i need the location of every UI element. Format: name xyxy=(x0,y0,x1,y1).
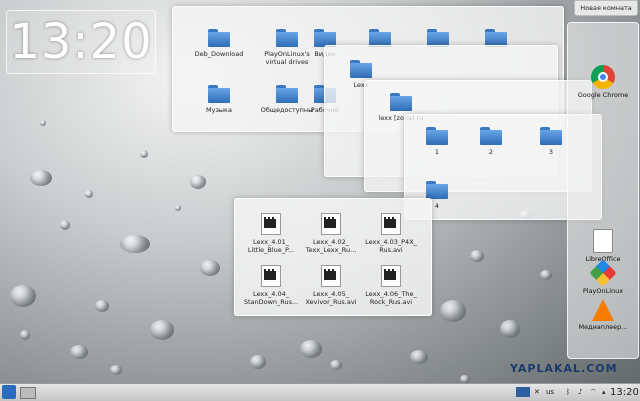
wifi-icon[interactable]: ⌔ xyxy=(590,384,597,401)
chrome-icon xyxy=(591,65,615,89)
keyboard-layout[interactable]: us xyxy=(546,384,554,401)
taskbar-clock[interactable]: 13:20 xyxy=(610,384,639,401)
new-activity-button[interactable]: Новая комната xyxy=(574,0,638,16)
video-file-icon xyxy=(261,265,281,287)
video-file-item[interactable]: Lexx_4.05_ Xevivor_Rus.avi xyxy=(299,265,363,306)
playonlinux-icon xyxy=(589,259,617,287)
folder-label: 1 xyxy=(434,148,440,156)
file-label: Lexx_4.02_ Texx_Lexx_Ru... xyxy=(305,238,357,254)
folder-icon xyxy=(426,181,448,199)
folder-icon xyxy=(480,127,502,145)
folder-item[interactable]: 2 xyxy=(459,127,523,156)
app-dock: Google Chrome LibreOffice PlayOnLinux Ме… xyxy=(567,22,639,359)
video-file-icon xyxy=(261,213,281,235)
task-manager-area xyxy=(40,384,510,401)
folder-icon xyxy=(350,60,372,78)
dock-item-media-player[interactable]: Медиаплеер... xyxy=(568,299,638,331)
dock-item-label: Медиаплеер... xyxy=(578,323,628,331)
folder-label: 4 xyxy=(434,202,440,210)
vlc-icon xyxy=(592,299,614,321)
file-label: Lexx_4.01_ Little_Blue_P... xyxy=(247,238,295,254)
libreoffice-icon xyxy=(593,229,613,253)
file-label: Lexx_4.06_The_ Rock_Rus.avi xyxy=(365,290,417,306)
bluetooth-icon[interactable]: ᛒ xyxy=(566,384,570,401)
video-file-item[interactable]: Lexx_4.01_ Little_Blue_P... xyxy=(239,213,303,254)
folder-icon xyxy=(426,127,448,145)
folder-item[interactable]: Музыка xyxy=(187,85,251,114)
file-label: Lexx_4.04_ StanDown_Rus... xyxy=(243,290,299,306)
video-file-item[interactable]: Lexx_4.03_P4X_ Rus.avi xyxy=(359,213,423,254)
dock-item-playonlinux[interactable]: PlayOnLinux xyxy=(568,259,638,295)
video-file-icon xyxy=(321,265,341,287)
dock-item-label: Google Chrome xyxy=(577,91,629,99)
folder-label: 2 xyxy=(488,148,494,156)
folder-icon xyxy=(208,29,230,47)
dock-item-chrome[interactable]: Google Chrome xyxy=(568,65,638,99)
clock-widget: 13:20 xyxy=(6,10,156,74)
dock-item-libreoffice[interactable]: LibreOffice xyxy=(568,229,638,263)
video-file-item[interactable]: Lexx_4.06_The_ Rock_Rus.avi xyxy=(359,265,423,306)
folder-icon xyxy=(390,93,412,111)
system-tray-expand-icon[interactable]: ▴ xyxy=(602,384,606,401)
video-file-icon xyxy=(381,265,401,287)
file-label: Lexx_4.03_P4X_ Rus.avi xyxy=(365,238,417,254)
show-desktop-icon[interactable] xyxy=(516,387,530,397)
folder-label: Музыка xyxy=(206,106,232,114)
kde-menu-icon[interactable] xyxy=(2,385,16,399)
folder-icon xyxy=(540,127,562,145)
video-file-icon xyxy=(321,213,341,235)
taskbar: ✕ us ᛒ ♪ ⌔ ▴ 13:20 xyxy=(0,383,640,401)
file-label: Lexx_4.05_ Xevivor_Rus.avi xyxy=(305,290,357,306)
close-icon[interactable]: ✕ xyxy=(534,384,540,401)
folder-label: 3 xyxy=(548,148,554,156)
video-file-icon xyxy=(381,213,401,235)
watermark: YAPLAKAL.COM xyxy=(510,362,618,375)
folderview-videos: Lexx_4.01_ Little_Blue_P... Lexx_4.02_ T… xyxy=(234,198,432,316)
folder-label: Deb_Download xyxy=(194,50,244,58)
dock-item-label: PlayOnLinux xyxy=(582,287,624,295)
pager-desktop[interactable] xyxy=(20,387,36,399)
video-file-item[interactable]: Lexx_4.02_ Texx_Lexx_Ru... xyxy=(299,213,363,254)
volume-icon[interactable]: ♪ xyxy=(578,384,582,401)
folder-item[interactable]: Deb_Download xyxy=(187,29,251,58)
video-file-item[interactable]: Lexx_4.04_ StanDown_Rus... xyxy=(239,265,303,306)
folder-icon xyxy=(208,85,230,103)
